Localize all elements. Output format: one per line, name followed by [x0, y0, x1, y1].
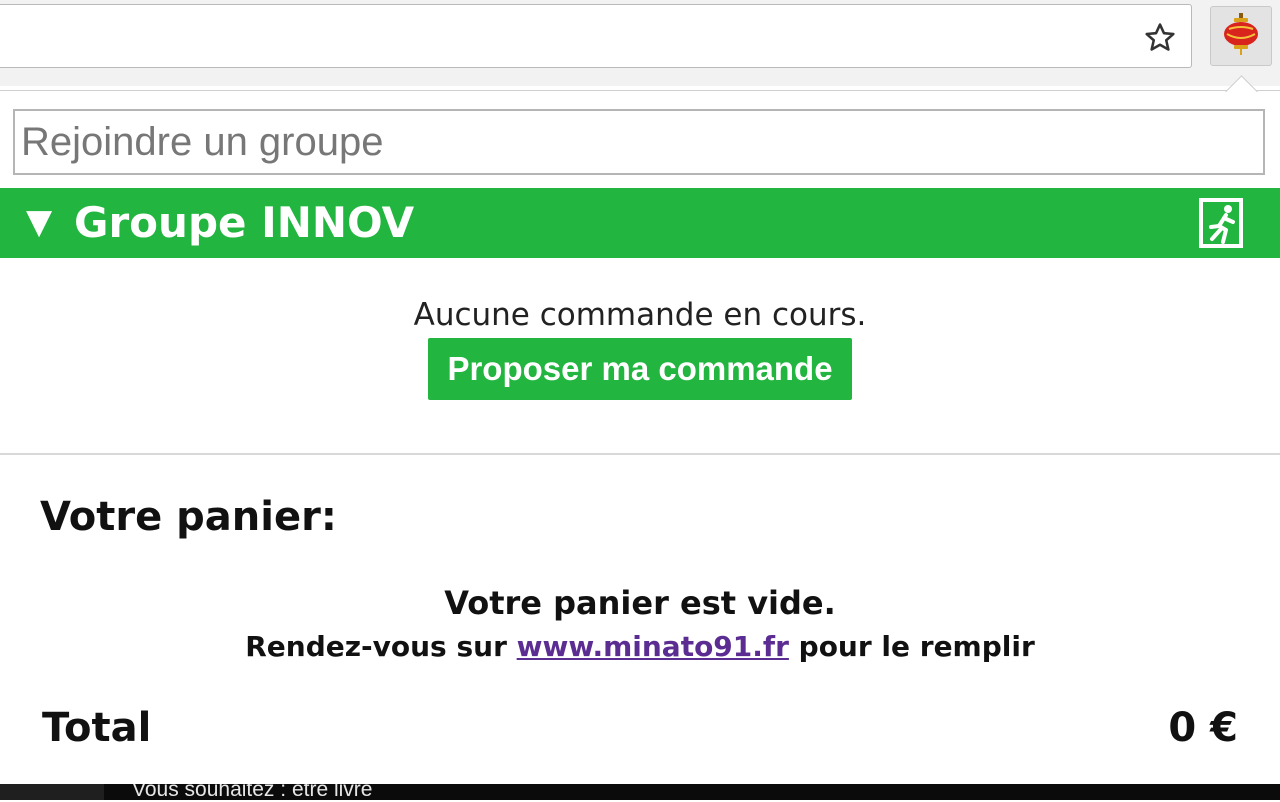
- address-bar[interactable]: [0, 4, 1192, 68]
- cart-title: Votre panier:: [40, 494, 337, 540]
- browser-toolbar: [0, 0, 1280, 86]
- cart-empty-message: Votre panier est vide.: [444, 584, 836, 622]
- group-header[interactable]: ▼ Groupe INNOV: [0, 188, 1280, 258]
- total-label: Total: [42, 705, 152, 751]
- group-name: Groupe INNOV: [74, 198, 415, 247]
- order-status: Aucune commande en cours.: [413, 297, 867, 333]
- exit-icon[interactable]: [1196, 196, 1248, 250]
- lantern-icon: [1221, 12, 1261, 60]
- extension-button[interactable]: [1210, 6, 1272, 66]
- cart-hint: Rendez-vous sur www.minato91.fr pour le …: [0, 629, 1280, 665]
- extension-popup: ▼ Groupe INNOV Aucune commande en cours.…: [0, 90, 1280, 784]
- background-page: Vous souhaitez : être livré: [0, 778, 1280, 801]
- join-group-input[interactable]: [13, 109, 1265, 175]
- shop-link[interactable]: www.minato91.fr: [517, 630, 789, 663]
- cart-hint-prefix: Rendez-vous sur: [245, 630, 517, 663]
- collapse-toggle-icon[interactable]: ▼: [26, 202, 52, 242]
- cart-hint-suffix: pour le remplir: [788, 630, 1035, 663]
- background-page-sidebar: [0, 784, 104, 800]
- section-divider: [0, 453, 1280, 455]
- total-value: 0 €: [1168, 705, 1238, 751]
- propose-order-button[interactable]: Proposer ma commande: [428, 338, 852, 400]
- star-icon[interactable]: [1138, 18, 1182, 58]
